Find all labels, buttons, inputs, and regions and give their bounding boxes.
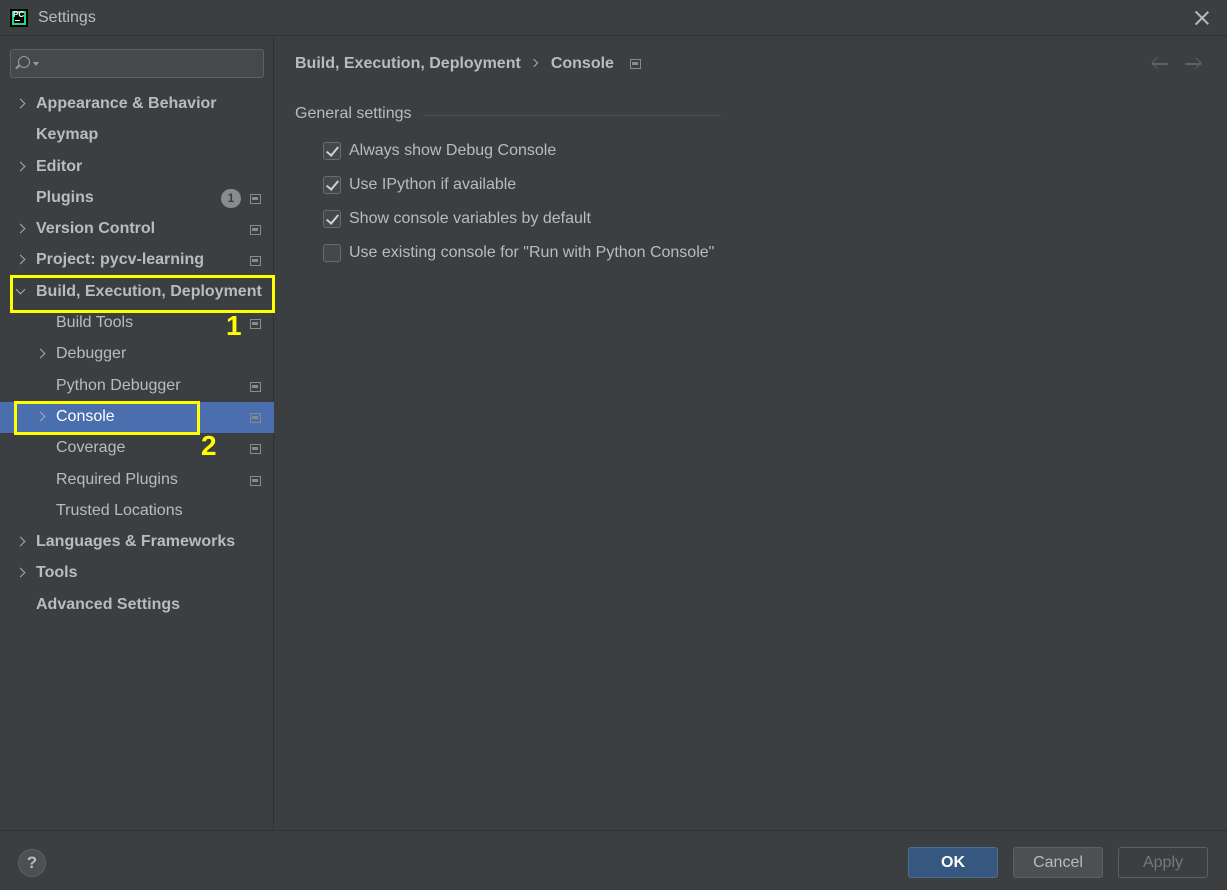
cancel-button[interactable]: Cancel [1013, 847, 1103, 878]
sidebar-item-build-execution-deployment[interactable]: Build, Execution, Deployment [0, 277, 274, 308]
sidebar-item-plugins[interactable]: Plugins 1 [0, 183, 274, 214]
sidebar-item-label: Keymap [36, 126, 99, 144]
settings-tree: Appearance & Behavior Keymap Editor Plugins… [0, 89, 274, 621]
sidebar-item-label: Python Debugger [56, 376, 181, 394]
project-settings-icon [629, 58, 641, 69]
sidebar-item-label: Plugins [36, 188, 94, 206]
help-button[interactable]: ? [18, 849, 46, 877]
sidebar-item-label: Required Plugins [56, 470, 178, 488]
option-label: Use IPython if available [349, 176, 517, 193]
checkbox[interactable] [323, 210, 341, 228]
chevron-down-icon[interactable] [33, 62, 39, 66]
sidebar-item-keymap[interactable]: Keymap [0, 120, 274, 151]
sidebar-item-version-control[interactable]: Version Control [0, 214, 274, 245]
settings-sidebar: Appearance & Behavior Keymap Editor Plugins… [0, 36, 274, 830]
checkbox[interactable] [323, 142, 341, 160]
option-label: Use existing console for "Run with Pytho… [349, 244, 715, 261]
breadcrumb-parent[interactable]: Build, Execution, Deployment [295, 55, 521, 72]
apply-button[interactable]: Apply [1118, 847, 1208, 878]
search-input[interactable] [43, 54, 253, 74]
sidebar-item-label: Appearance & Behavior [36, 95, 217, 112]
sidebar-item-appearance-behavior[interactable]: Appearance & Behavior [0, 89, 274, 120]
sidebar-item-label: Advanced Settings [36, 595, 181, 613]
chevron-right-icon[interactable] [35, 348, 46, 359]
option-label: Show console variables by default [349, 210, 591, 227]
sidebar-item-project-pycv-learning[interactable]: Project: pycv-learning [0, 245, 274, 276]
sidebar-item-label: Debugger [56, 345, 127, 363]
sidebar-item-label: Project: pycv-learning [36, 251, 205, 269]
sidebar-item-debugger[interactable]: Debugger [0, 339, 274, 370]
chevron-right-icon[interactable] [35, 411, 46, 422]
chevron-right-icon[interactable] [15, 98, 26, 109]
dialog-footer: ? OK Cancel Apply [0, 830, 1227, 890]
pycharm-logo-icon [10, 9, 28, 27]
breadcrumb-current: Console [550, 55, 614, 72]
sidebar-item-tools[interactable]: Tools [0, 558, 274, 589]
checkbox[interactable] [323, 244, 341, 262]
project-settings-icon [250, 256, 261, 267]
sidebar-item-coverage[interactable]: Coverage [0, 433, 274, 464]
sidebar-item-languages-frameworks[interactable]: Languages & Frameworks [0, 527, 274, 558]
chevron-right-icon[interactable] [15, 223, 26, 234]
update-count-badge: 1 [221, 188, 241, 208]
sidebar-item-required-plugins[interactable]: Required Plugins [0, 465, 274, 496]
close-icon[interactable] [1191, 7, 1213, 29]
window-title: Settings [38, 9, 96, 26]
option-label: Always show Debug Console [349, 142, 557, 159]
title-bar: Settings [0, 0, 1227, 36]
sidebar-item-console[interactable]: Console [0, 401, 274, 434]
sidebar-item-label: Tools [36, 564, 78, 582]
search-field[interactable] [10, 49, 264, 78]
annotation-number-1: 1 [226, 310, 242, 341]
sidebar-item-editor[interactable]: Editor [0, 152, 274, 183]
project-settings-icon [250, 225, 261, 236]
sidebar-item-label: Version Control [36, 220, 156, 238]
chevron-down-icon[interactable] [15, 284, 26, 295]
sidebar-item-label: Build, Execution, Deployment [36, 282, 262, 300]
chevron-right-icon[interactable] [15, 255, 26, 265]
group-title: General settings [295, 105, 412, 122]
sidebar-item-advanced-settings[interactable]: Advanced Settings [0, 590, 274, 621]
project-settings-icon [250, 193, 261, 204]
sidebar-item-label: Languages & Frameworks [36, 533, 236, 551]
back-arrow-icon[interactable] [1150, 54, 1172, 74]
annotation-number-2: 2 [201, 430, 217, 461]
project-settings-icon [250, 412, 261, 423]
search-icon [18, 56, 30, 68]
breadcrumb: Build, Execution, Deployment Console [295, 55, 641, 73]
project-settings-icon [250, 319, 261, 330]
ok-button[interactable]: OK [908, 847, 998, 878]
chevron-right-icon[interactable] [15, 568, 26, 578]
sidebar-item-label: Trusted Locations [56, 501, 183, 519]
project-settings-icon [250, 475, 261, 486]
forward-arrow-icon[interactable] [1183, 54, 1205, 74]
sidebar-item-label: Console [56, 407, 115, 425]
sidebar-item-trusted-locations[interactable]: Trusted Locations [0, 496, 274, 527]
sidebar-item-python-debugger[interactable]: Python Debugger [0, 371, 274, 402]
sidebar-item-label: Coverage [56, 439, 126, 457]
checkbox[interactable] [323, 176, 341, 194]
project-settings-icon [250, 444, 261, 455]
chevron-right-icon[interactable] [15, 536, 26, 547]
project-settings-icon [250, 381, 261, 392]
group-divider [423, 115, 721, 116]
sidebar-item-label: Build Tools [56, 314, 134, 332]
chevron-right-icon[interactable] [15, 161, 26, 172]
chevron-right-icon [529, 58, 539, 68]
settings-content: Build, Execution, Deployment Console Gene… [275, 36, 1227, 830]
sidebar-item-label: Editor [36, 157, 83, 175]
